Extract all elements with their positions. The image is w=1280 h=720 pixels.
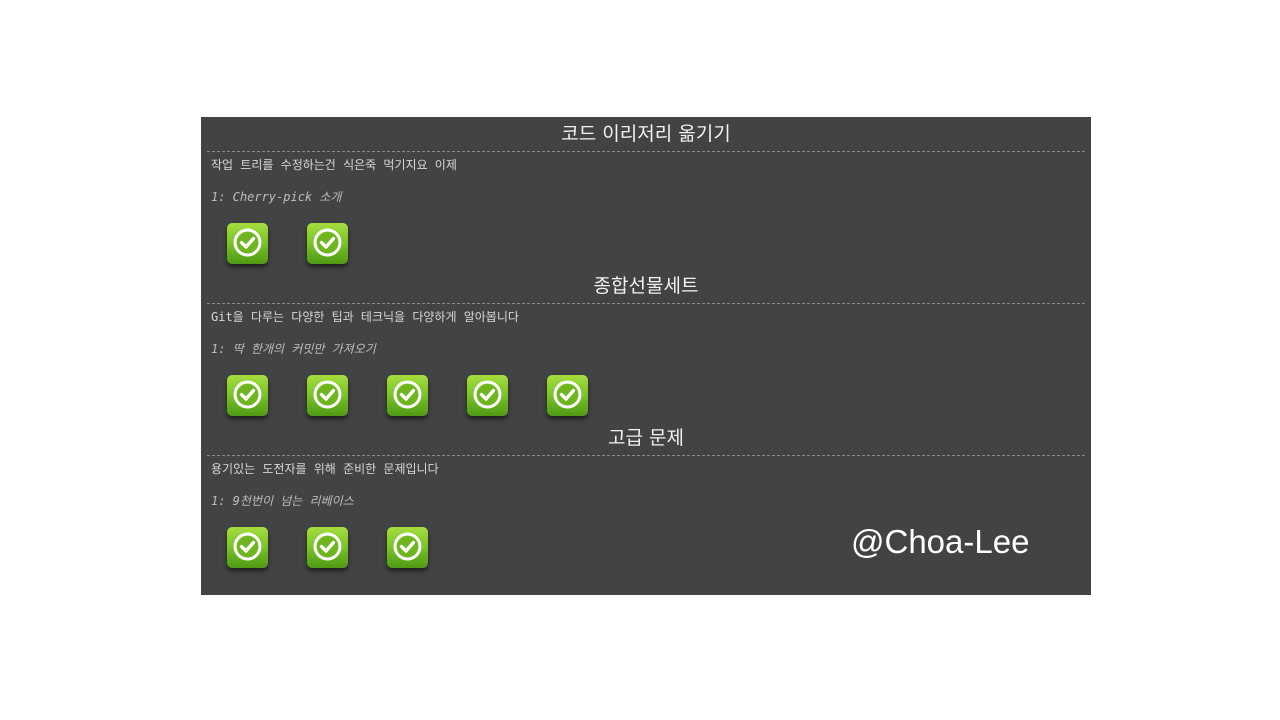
checkmark-icon [313, 228, 342, 257]
section-mixed-bag: 종합선물세트 Git을 다루는 다양한 팁과 테크닉을 다양하게 알아봅니다 1… [207, 269, 1085, 421]
section-description: 작업 트리를 수정하는건 식은죽 먹기지요 이제 [211, 158, 457, 172]
checkmark-icon [393, 532, 422, 561]
section-description: 용기있는 도전자를 위해 준비한 문제입니다 [211, 462, 439, 476]
checkmark-icon [473, 380, 502, 409]
level-button-2[interactable] [307, 375, 348, 416]
section-title: 코드 이리저리 옮기기 [207, 117, 1085, 152]
level-buttons [207, 375, 1085, 421]
checkmark-icon [393, 380, 422, 409]
checkmark-icon [313, 380, 342, 409]
section-title: 고급 문제 [207, 421, 1085, 456]
checkmark-icon [233, 228, 262, 257]
level-button-3[interactable] [387, 527, 428, 568]
checkmark-icon [233, 532, 262, 561]
level-button-3[interactable] [387, 375, 428, 416]
level-button-1[interactable] [227, 223, 268, 264]
section-description: Git을 다루는 다양한 팁과 테크닉을 다양하게 알아봅니다 [211, 310, 519, 324]
level-button-2[interactable] [307, 223, 348, 264]
checkmark-icon [553, 380, 582, 409]
level-button-5[interactable] [547, 375, 588, 416]
level-button-1[interactable] [227, 375, 268, 416]
author-watermark: @Choa-Lee [851, 523, 1030, 560]
level-button-1[interactable] [227, 527, 268, 568]
level-label: 1: 9천번이 넘는 리베이스 [211, 494, 354, 508]
level-buttons [207, 223, 1085, 269]
checkmark-icon [233, 380, 262, 409]
section-move-work: 코드 이리저리 옮기기 작업 트리를 수정하는건 식은죽 먹기지요 이제 1: … [207, 117, 1085, 269]
level-button-4[interactable] [467, 375, 508, 416]
section-title: 종합선물세트 [207, 269, 1085, 304]
checkmark-icon [313, 532, 342, 561]
level-button-2[interactable] [307, 527, 348, 568]
level-label: 1: 딱 한개의 커밋만 가져오기 [211, 342, 376, 356]
level-label: 1: Cherry-pick 소개 [211, 190, 342, 204]
